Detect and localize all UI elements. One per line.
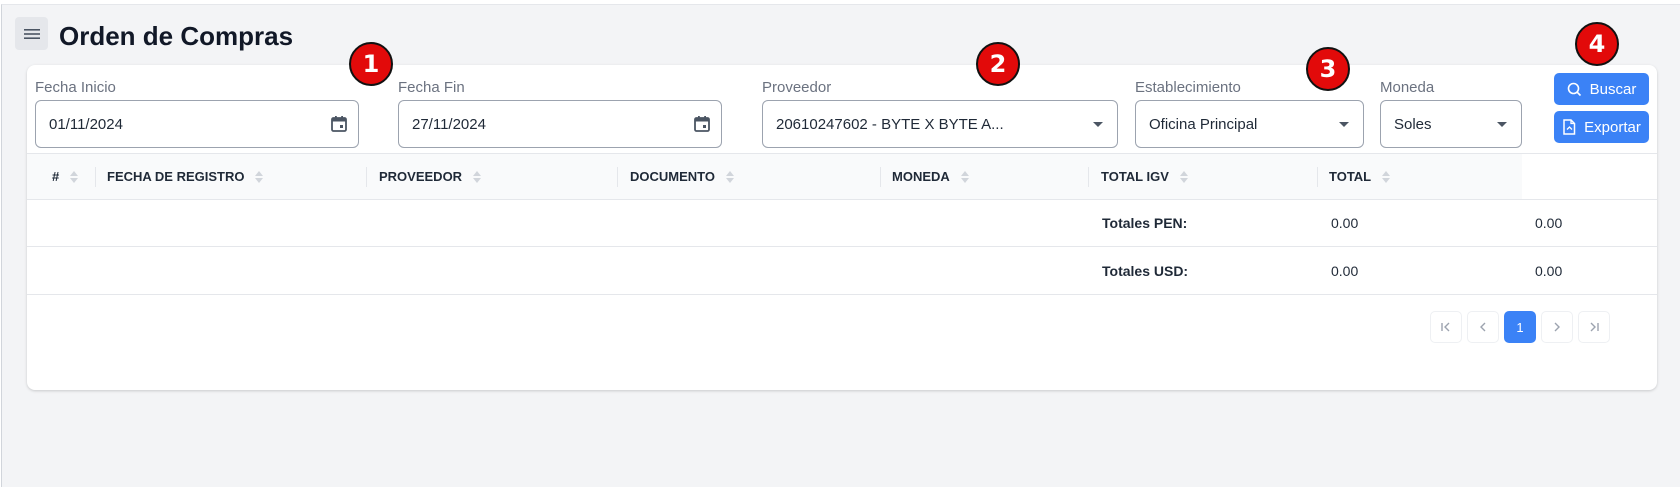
- column-fecha-registro-label: FECHA DE REGISTRO: [107, 169, 245, 184]
- totals-total-value: 0.00: [1535, 263, 1563, 279]
- establecimiento-value: Oficina Principal: [1149, 115, 1258, 133]
- previous-page-button[interactable]: [1467, 311, 1499, 343]
- moneda-select[interactable]: Soles: [1380, 100, 1522, 148]
- chevron-right-icon: [1554, 322, 1560, 332]
- exportar-label: Exportar: [1584, 118, 1641, 136]
- fecha-fin-input[interactable]: 27/11/2024: [398, 100, 722, 148]
- column-proveedor-label: PROVEEDOR: [379, 169, 463, 184]
- column-documento[interactable]: DOCUMENTO: [630, 154, 735, 199]
- totals-igv-value: 0.00: [1331, 263, 1359, 279]
- marker-badge: 1: [349, 42, 393, 86]
- chevron-down-icon: [1497, 122, 1507, 127]
- sort-icon: [1382, 170, 1391, 183]
- column-number[interactable]: #: [52, 154, 79, 199]
- pagination: 1: [1430, 311, 1610, 343]
- column-total-label: TOTAL: [1329, 169, 1372, 184]
- marker-badge: 2: [976, 42, 1020, 86]
- menu-toggle-button[interactable]: [15, 17, 48, 50]
- last-page-button[interactable]: [1578, 311, 1610, 343]
- column-fecha-registro[interactable]: FECHA DE REGISTRO: [107, 154, 264, 199]
- hamburger-icon: [23, 28, 40, 39]
- calendar-icon[interactable]: [330, 115, 348, 133]
- page-number-button[interactable]: 1: [1504, 311, 1536, 343]
- column-total-igv-label: TOTAL IGV: [1101, 169, 1169, 184]
- column-total-igv[interactable]: TOTAL IGV: [1101, 154, 1189, 199]
- column-divider: [617, 167, 618, 187]
- fecha-fin-value: 27/11/2024: [412, 115, 486, 133]
- totals-igv-value: 0.00: [1331, 215, 1359, 231]
- column-divider: [366, 167, 367, 187]
- chevron-down-icon: [1339, 122, 1349, 127]
- sort-icon: [1179, 170, 1188, 183]
- marker-badge: 4: [1575, 22, 1619, 66]
- proveedor-select[interactable]: 20610247602 - BYTE X BYTE A...: [762, 100, 1118, 148]
- marker-badge: 3: [1306, 47, 1350, 91]
- sort-icon: [255, 170, 264, 183]
- column-moneda-label: MONEDA: [892, 169, 950, 184]
- first-page-button[interactable]: [1430, 311, 1462, 343]
- proveedor-label: Proveedor: [762, 79, 832, 96]
- moneda-label: Moneda: [1380, 79, 1435, 96]
- chevron-left-icon: [1480, 322, 1486, 332]
- totals-label: Totales PEN:: [1102, 215, 1188, 231]
- column-number-label: #: [52, 169, 60, 184]
- column-divider: [95, 167, 96, 187]
- fecha-fin-label: Fecha Fin: [398, 79, 465, 96]
- establecimiento-label: Establecimiento: [1135, 79, 1241, 96]
- column-divider: [1317, 167, 1318, 187]
- table-header: # FECHA DE REGISTRO PROVEEDOR DOCUMENTO …: [27, 153, 1657, 200]
- column-moneda[interactable]: MONEDA: [892, 154, 970, 199]
- column-documento-label: DOCUMENTO: [630, 169, 715, 184]
- exportar-button[interactable]: Exportar: [1554, 111, 1649, 143]
- moneda-value: Soles: [1394, 115, 1432, 133]
- sort-icon: [725, 170, 734, 183]
- fecha-inicio-label: Fecha Inicio: [35, 79, 116, 96]
- buscar-label: Buscar: [1589, 80, 1637, 98]
- column-divider: [1088, 167, 1089, 187]
- establecimiento-select[interactable]: Oficina Principal: [1135, 100, 1364, 148]
- totals-label: Totales USD:: [1102, 263, 1189, 279]
- sort-icon: [473, 170, 482, 183]
- page-title: Orden de Compras: [59, 21, 294, 51]
- app-page: Orden de Compras Fecha Inicio 01/11/2024…: [1, 4, 1680, 487]
- orders-card: Fecha Inicio 01/11/2024 Fecha Fin 27/11/…: [27, 65, 1657, 390]
- sort-icon: [70, 170, 79, 183]
- totals-row: Totales PEN: 0.00 0.00: [27, 200, 1657, 247]
- proveedor-value: 20610247602 - BYTE X BYTE A...: [776, 115, 1004, 133]
- totals-total-value: 0.00: [1535, 215, 1563, 231]
- column-total[interactable]: TOTAL: [1329, 154, 1391, 199]
- sort-icon: [960, 170, 969, 183]
- last-page-icon: [1590, 322, 1599, 332]
- file-export-icon: [1563, 119, 1576, 135]
- chevron-down-icon: [1093, 122, 1103, 127]
- fecha-inicio-value: 01/11/2024: [49, 115, 123, 133]
- buscar-button[interactable]: Buscar: [1554, 73, 1649, 105]
- column-proveedor[interactable]: PROVEEDOR: [379, 154, 482, 199]
- totals-row: Totales USD: 0.00 0.00: [27, 248, 1657, 295]
- search-icon: [1567, 82, 1581, 96]
- first-page-icon: [1441, 322, 1450, 332]
- next-page-button[interactable]: [1541, 311, 1573, 343]
- column-divider: [880, 167, 881, 187]
- fecha-inicio-input[interactable]: 01/11/2024: [35, 100, 359, 148]
- calendar-icon[interactable]: [693, 115, 711, 133]
